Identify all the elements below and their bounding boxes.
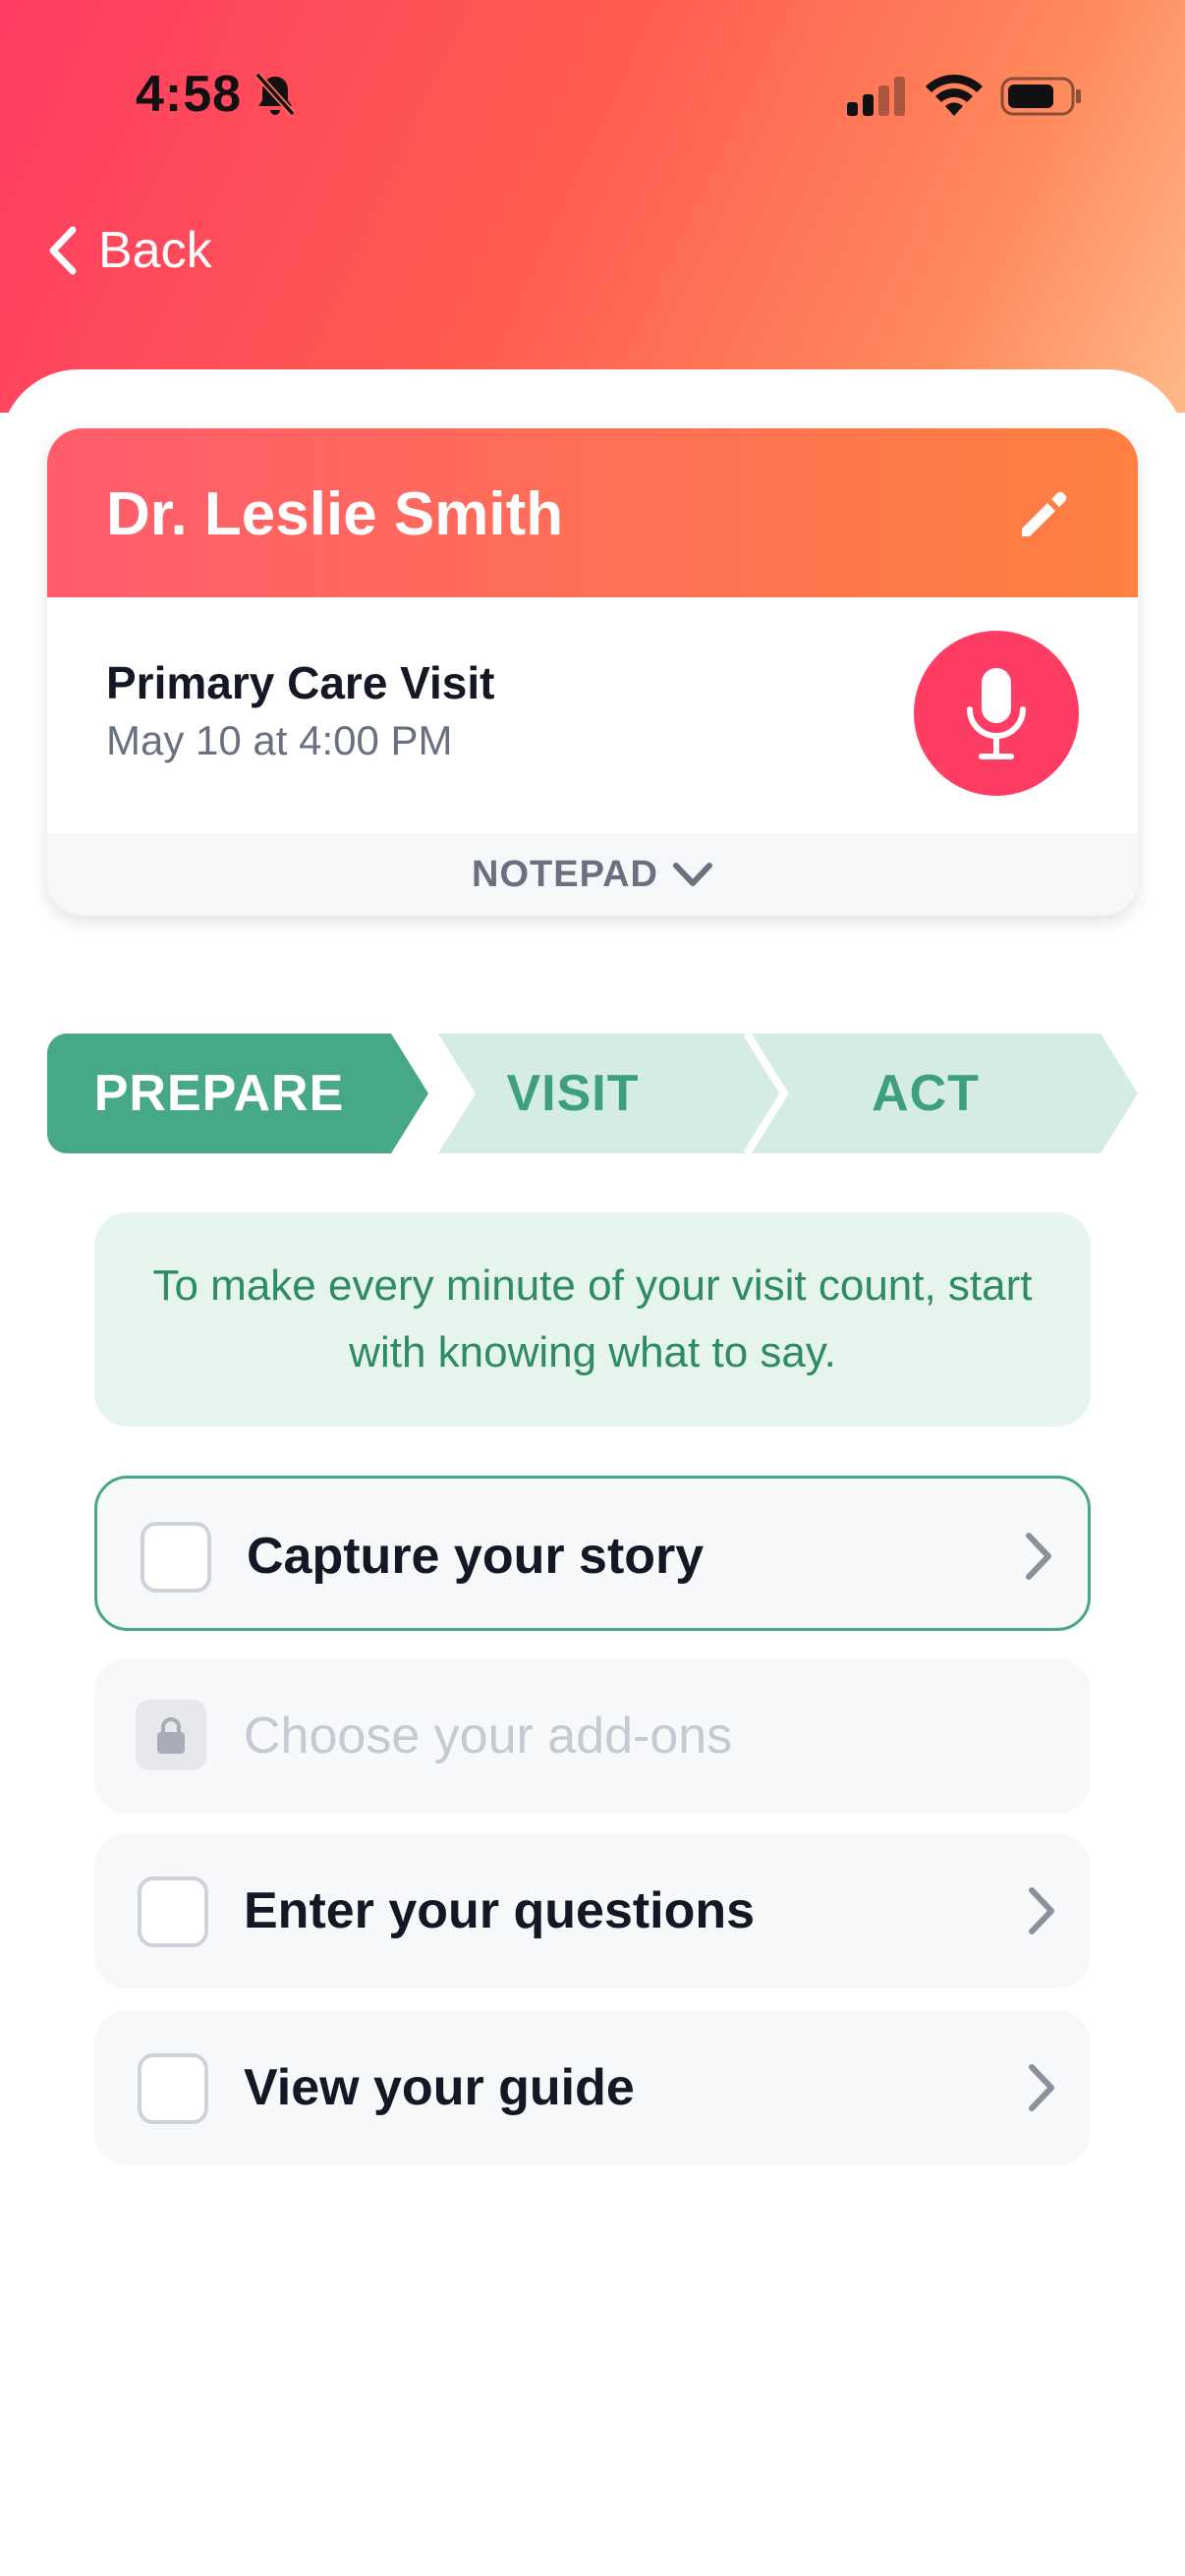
step-prepare[interactable]: PREPARE [47, 1034, 391, 1153]
appointment-card-header: Dr. Leslie Smith [47, 428, 1138, 597]
step-act[interactable]: ACT [778, 1034, 1073, 1153]
notepad-toggle[interactable]: NOTEPAD [47, 833, 1138, 916]
battery-icon [1000, 77, 1081, 116]
intro-banner: To make every minute of your visit count… [94, 1212, 1091, 1427]
chevron-left-icon [49, 226, 77, 275]
task-checkbox[interactable] [138, 2053, 208, 2124]
task-capture-story[interactable]: Capture your story [94, 1476, 1091, 1631]
appointment-card: Dr. Leslie Smith Primary Care Visit May … [47, 428, 1138, 916]
chevron-right-icon [1026, 1533, 1051, 1580]
wifi-icon [926, 75, 983, 116]
back-button[interactable]: Back [45, 218, 212, 283]
chevron-right-icon [1029, 2064, 1054, 2111]
microphone-icon [967, 668, 1026, 759]
task-enter-questions[interactable]: Enter your questions [94, 1833, 1091, 1988]
task-view-guide[interactable]: View your guide [94, 2010, 1091, 2165]
task-label: Enter your questions [244, 1882, 756, 1939]
task-checkbox[interactable] [138, 1876, 208, 1947]
task-label: View your guide [244, 2059, 635, 2116]
visit-type: Primary Care Visit [106, 657, 495, 708]
task-label: Capture your story [247, 1528, 705, 1585]
task-checkbox[interactable] [141, 1522, 211, 1593]
step-visit[interactable]: VISIT [430, 1034, 715, 1153]
progress-steps: PREPARE VISIT ACT [47, 1034, 1138, 1153]
cellular-signal-icon [847, 77, 905, 116]
record-button[interactable] [914, 631, 1079, 796]
chevron-right-icon [1029, 1887, 1054, 1934]
chevron-down-icon [672, 863, 712, 886]
lock-badge [136, 1700, 206, 1770]
task-choose-addons: Choose your add-ons [94, 1658, 1091, 1814]
bell-off-icon [254, 72, 296, 117]
status-time: 4:58 [136, 66, 243, 123]
visit-datetime: May 10 at 4:00 PM [106, 717, 453, 763]
task-label: Choose your add-ons [244, 1708, 733, 1764]
pencil-icon[interactable] [1008, 479, 1079, 550]
doctor-name: Dr. Leslie Smith [106, 480, 564, 548]
back-label: Back [98, 222, 212, 279]
lock-icon [157, 1717, 185, 1754]
notepad-label: NOTEPAD [472, 853, 658, 895]
intro-text: To make every minute of your visit count… [152, 1261, 1033, 1376]
status-bar: 4:58 [0, 0, 1185, 187]
